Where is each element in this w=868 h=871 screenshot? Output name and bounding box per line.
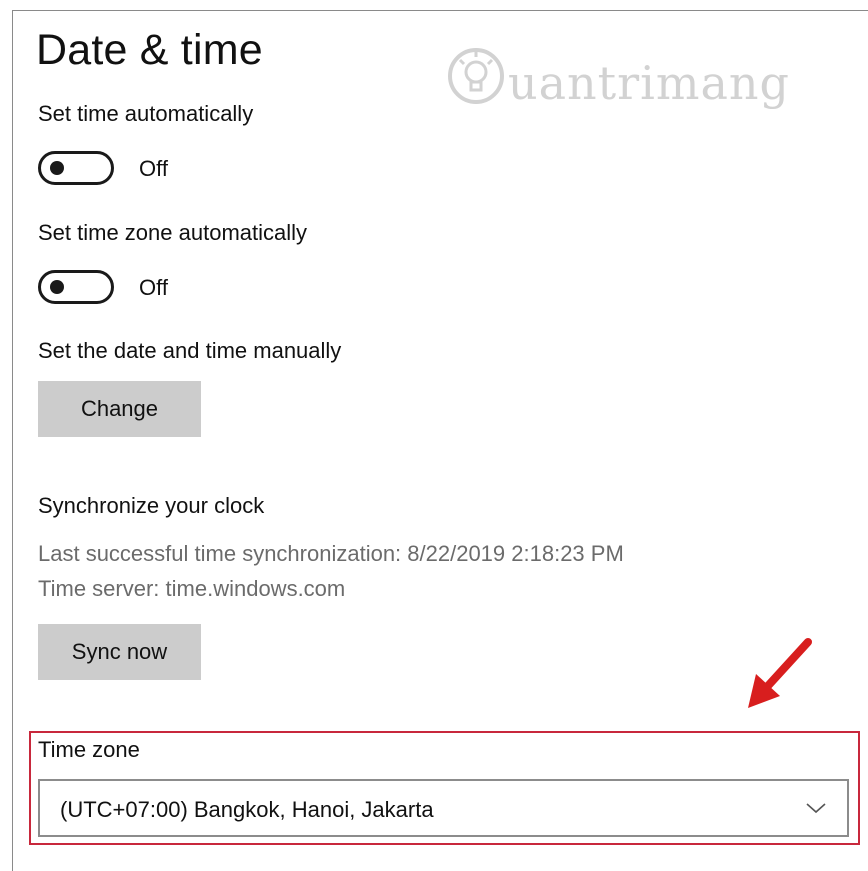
red-arrow-icon [748, 638, 812, 708]
toggle-knob [50, 280, 64, 294]
set-timezone-auto-label: Set time zone automatically [38, 220, 308, 245]
watermark: uantrimang [446, 46, 836, 136]
time-server-text: Time server: time.windows.com [38, 576, 346, 601]
set-time-auto-label: Set time automatically [38, 101, 254, 126]
timezone-label: Time zone [38, 737, 140, 762]
set-timezone-auto-state: Off [139, 275, 168, 300]
sync-now-button[interactable]: Sync now [38, 624, 201, 680]
set-timezone-auto-toggle[interactable] [38, 270, 114, 304]
chevron-down-icon [806, 803, 826, 814]
timezone-selected-value: (UTC+07:00) Bangkok, Hanoi, Jakarta [60, 797, 434, 822]
bulb-logo-icon [448, 48, 504, 104]
watermark-text: uantrimang [508, 56, 790, 110]
toggle-knob [50, 161, 64, 175]
set-time-auto-state: Off [139, 156, 168, 181]
page-title: Date & time [36, 26, 263, 74]
last-sync-text: Last successful time synchronization: 8/… [38, 541, 624, 566]
sync-heading: Synchronize your clock [38, 493, 265, 518]
change-button[interactable]: Change [38, 381, 201, 437]
timezone-select[interactable]: (UTC+07:00) Bangkok, Hanoi, Jakarta [38, 779, 849, 837]
manual-label: Set the date and time manually [38, 338, 342, 363]
set-time-auto-toggle[interactable] [38, 151, 114, 185]
